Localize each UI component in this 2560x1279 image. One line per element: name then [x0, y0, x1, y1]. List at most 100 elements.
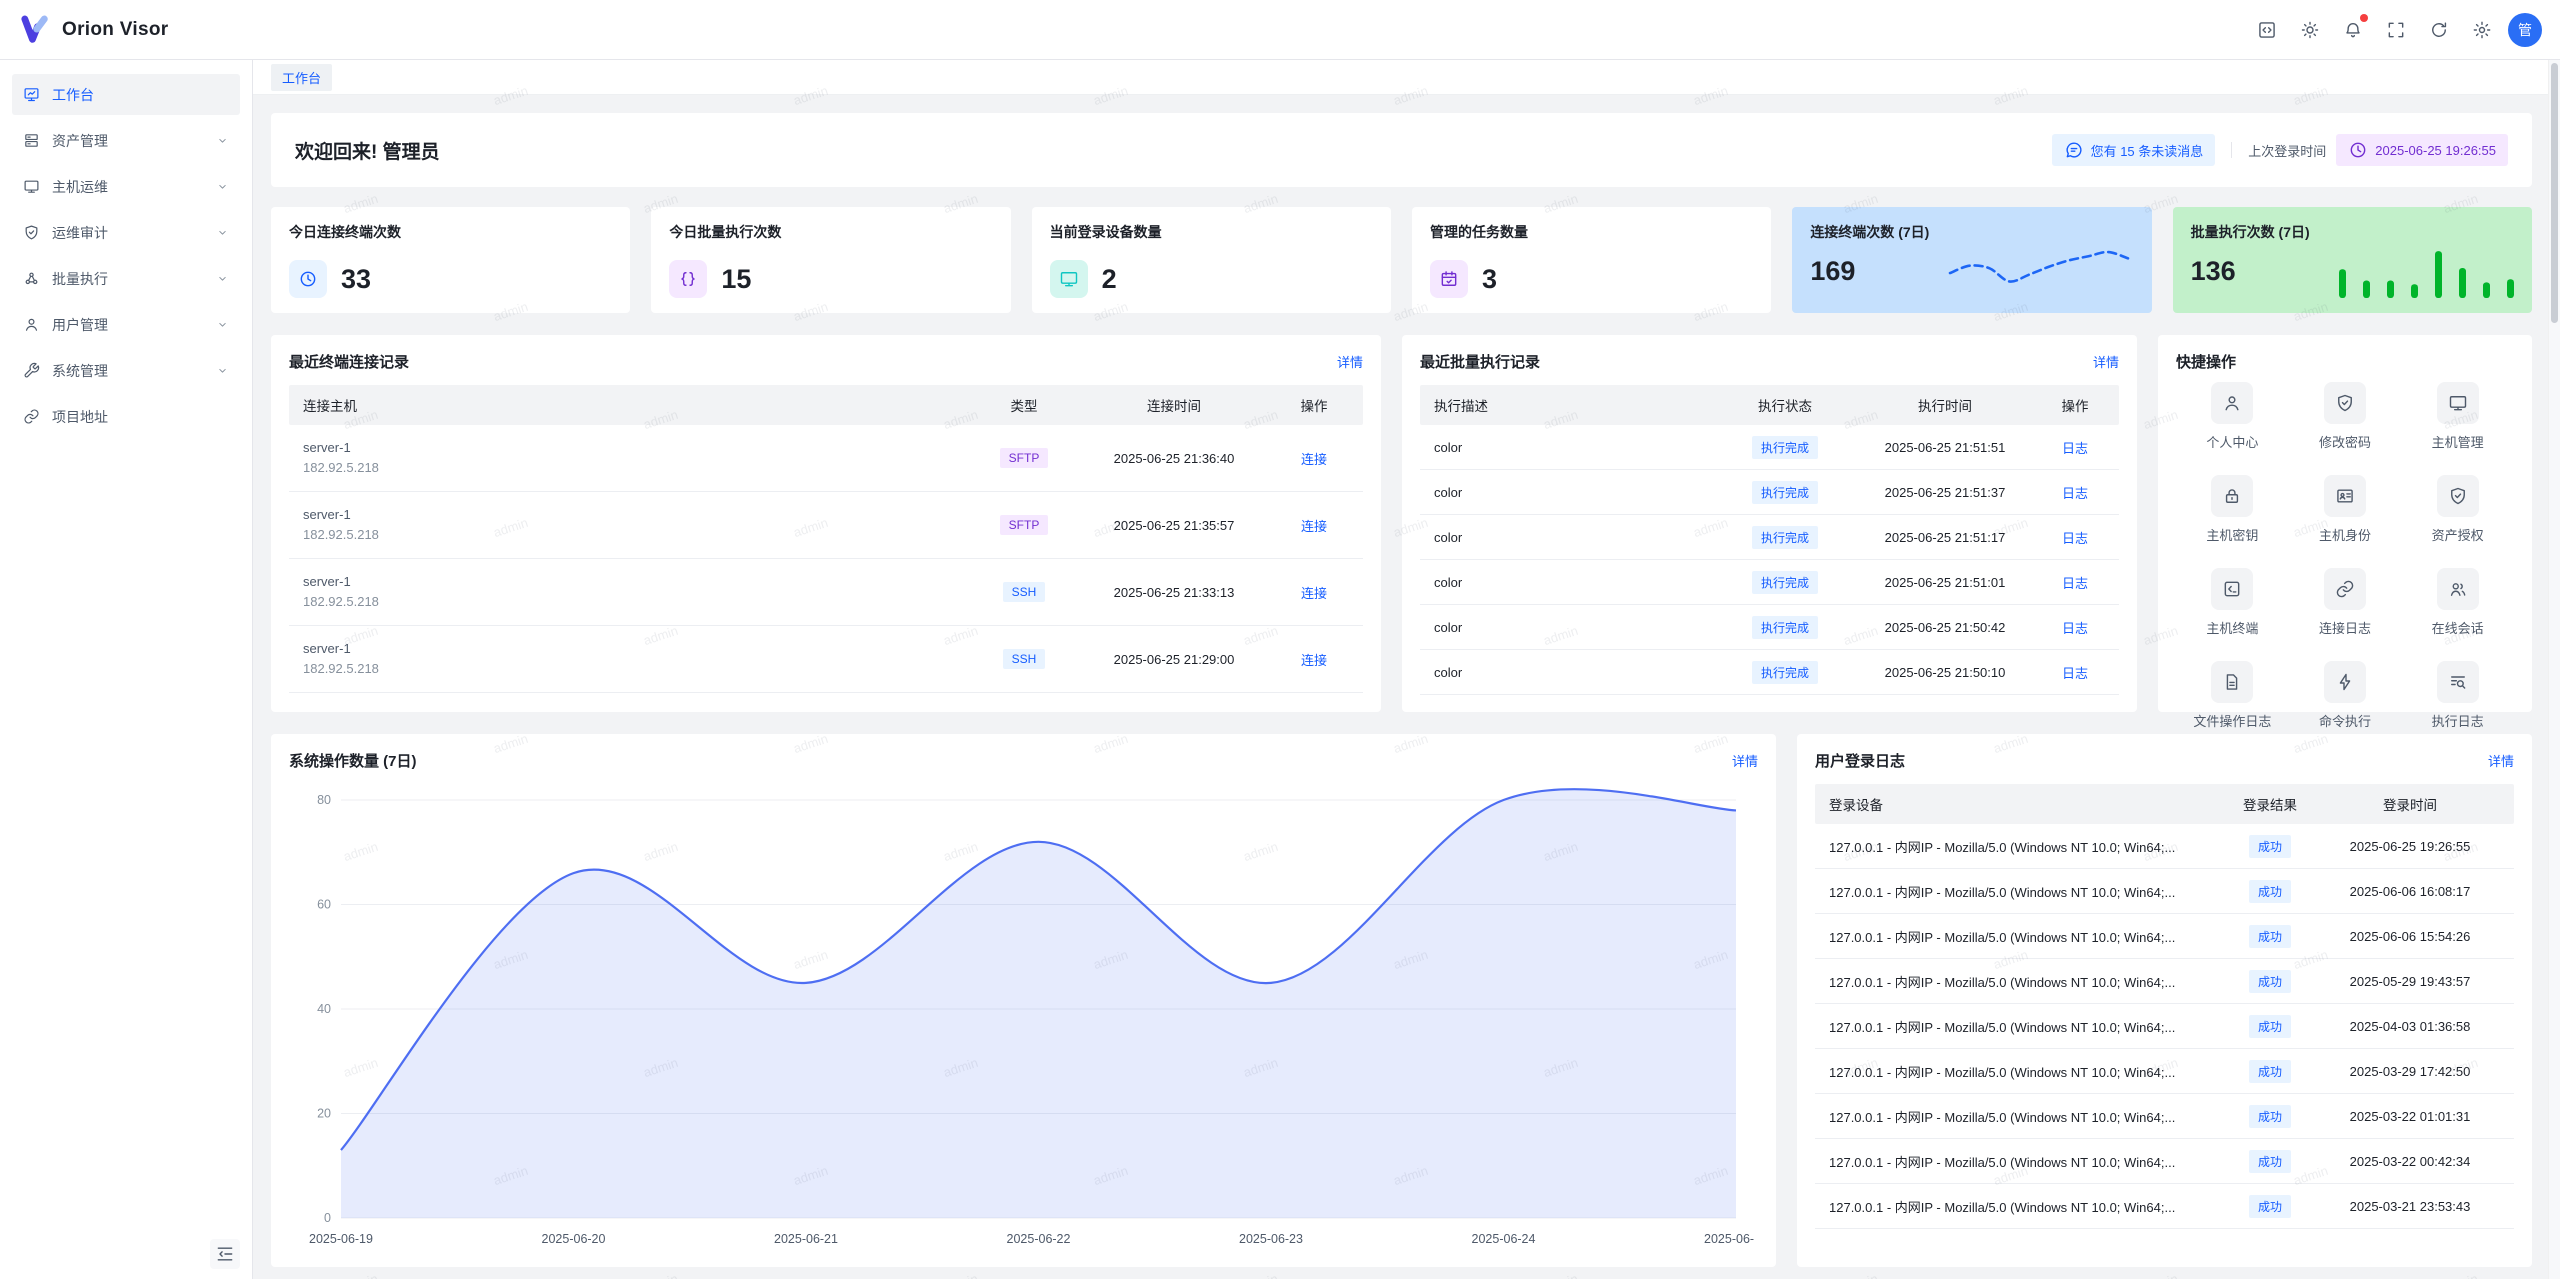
column-header: 操作 — [1279, 395, 1349, 415]
quick-action-item[interactable]: 在线会话 — [2401, 568, 2514, 637]
quick-action-label: 文件操作日志 — [2193, 711, 2271, 730]
log-link[interactable]: 日志 — [2062, 666, 2088, 681]
sidebar-item[interactable]: 用户管理 — [12, 304, 240, 345]
connection-row: server-1 182.92.5.218 SFTP 2025-06-25 21… — [289, 492, 1363, 559]
column-header: 登录设备 — [1829, 794, 2220, 814]
type-badge: SFTP — [1000, 515, 1049, 535]
quick-action-label: 执行日志 — [2432, 711, 2484, 730]
sidebar-menu: 工作台 资产管理 主机运维 运维审计 批 — [0, 60, 252, 437]
quick-action-item[interactable]: 资产授权 — [2401, 475, 2514, 544]
settings-gear-icon[interactable] — [2465, 13, 2499, 47]
user-avatar[interactable]: 管 — [2508, 13, 2542, 47]
connect-link[interactable]: 连接 — [1301, 653, 1327, 668]
log-link[interactable]: 日志 — [2062, 621, 2088, 636]
breadcrumb: 工作台 — [253, 60, 2548, 95]
stat-card-value: 136 — [2191, 256, 2236, 287]
log-link[interactable]: 日志 — [2062, 576, 2088, 591]
dashboard-content: 欢迎回来! 管理员 您有 15 条未读消息 上次登录时间 2025-06-25 … — [253, 95, 2548, 1279]
quick-action-item[interactable]: 执行日志 — [2401, 661, 2514, 730]
chevron-down-icon — [216, 134, 229, 147]
table-header: 连接主机 类型 连接时间 操作 — [289, 385, 1363, 425]
quick-action-item[interactable]: 主机密钥 — [2176, 475, 2289, 544]
quick-action-item[interactable]: 主机终端 — [2176, 568, 2289, 637]
theme-sun-icon[interactable] — [2293, 13, 2327, 47]
log-link[interactable]: 日志 — [2062, 486, 2088, 501]
sidebar-item[interactable]: 批量执行 — [12, 258, 240, 299]
quick-action-item[interactable]: 主机管理 — [2401, 382, 2514, 451]
column-header: 执行描述 — [1434, 395, 1725, 415]
quick-action-item[interactable]: 修改密码 — [2289, 382, 2402, 451]
quick-action-label: 资产授权 — [2432, 525, 2484, 544]
column-header: 操作 — [2045, 395, 2105, 415]
login-time: 2025-06-06 15:54:26 — [2320, 929, 2500, 944]
quick-action-item[interactable]: 命令执行 — [2289, 661, 2402, 730]
execution-desc: color — [1434, 440, 1725, 455]
link-icon — [2324, 568, 2366, 610]
code-square-icon[interactable] — [2250, 13, 2284, 47]
sidebar-item[interactable]: 项目地址 — [12, 396, 240, 437]
connect-time: 2025-06-25 21:36:40 — [1069, 451, 1279, 466]
quick-action-item[interactable]: 个人中心 — [2176, 382, 2289, 451]
login-log-row: 127.0.0.1 - 内网IP - Mozilla/5.0 (Windows … — [1815, 824, 2514, 869]
sidebar-item[interactable]: 运维审计 — [12, 212, 240, 253]
execution-desc: color — [1434, 665, 1725, 680]
login-time: 2025-03-22 01:01:31 — [2320, 1109, 2500, 1124]
type-badge: SFTP — [1000, 448, 1049, 468]
unread-messages-badge[interactable]: 您有 15 条未读消息 — [2052, 134, 2216, 166]
stat-card-value: 33 — [341, 264, 371, 295]
detail-link[interactable]: 详情 — [2093, 352, 2119, 371]
log-link[interactable]: 日志 — [2062, 531, 2088, 546]
stat-card-title: 连接终端次数 (7日) — [1810, 222, 2133, 242]
sidebar-item[interactable]: 工作台 — [12, 74, 240, 115]
quick-actions-panel: 快捷操作 个人中心 修改密码 — [2158, 335, 2532, 712]
app-logo: Orion Visor — [18, 13, 168, 47]
stat-card-terminal-today: 今日连接终端次数 33 — [271, 207, 630, 313]
connect-link[interactable]: 连接 — [1301, 586, 1327, 601]
file-icon — [2211, 661, 2253, 703]
svg-text:2025-06-19: 2025-06-19 — [309, 1232, 373, 1246]
sidebar-collapse-button[interactable] — [210, 1239, 240, 1269]
shield-check-icon — [2324, 382, 2366, 424]
quick-action-item[interactable]: 主机身份 — [2289, 475, 2402, 544]
column-header: 登录结果 — [2220, 794, 2320, 814]
login-log-row: 127.0.0.1 - 内网IP - Mozilla/5.0 (Windows … — [1815, 1184, 2514, 1229]
sidebar-item-label: 资产管理 — [52, 131, 108, 151]
login-device: 127.0.0.1 - 内网IP - Mozilla/5.0 (Windows … — [1829, 882, 2220, 901]
sidebar-item[interactable]: 系统管理 — [12, 350, 240, 391]
connect-link[interactable]: 连接 — [1301, 519, 1327, 534]
users-icon — [2437, 568, 2479, 610]
breadcrumb-item[interactable]: 工作台 — [271, 64, 332, 91]
column-header: 执行时间 — [1845, 395, 2045, 415]
quick-action-item[interactable]: 文件操作日志 — [2176, 661, 2289, 730]
panel-title: 最近批量执行记录 — [1420, 351, 1540, 372]
panel-title: 用户登录日志 — [1815, 750, 1905, 771]
stat-card-value: 169 — [1810, 256, 1855, 287]
fullscreen-icon[interactable] — [2379, 13, 2413, 47]
status-badge: 执行完成 — [1752, 571, 1818, 594]
notifications-bell-icon[interactable] — [2336, 13, 2370, 47]
execution-time: 2025-06-25 21:50:10 — [1845, 665, 2045, 680]
refresh-icon[interactable] — [2422, 13, 2456, 47]
batch-icon — [23, 270, 40, 287]
detail-link[interactable]: 详情 — [1337, 352, 1363, 371]
terminal-icon — [2211, 568, 2253, 610]
log-link[interactable]: 日志 — [2062, 441, 2088, 456]
detail-link[interactable]: 详情 — [2488, 751, 2514, 770]
chevron-down-icon — [216, 180, 229, 193]
recent-connections-panel: 最近终端连接记录 详情 连接主机 类型 连接时间 操作 server-1 — [271, 335, 1381, 712]
sidebar-item-label: 用户管理 — [52, 315, 108, 335]
quick-action-item[interactable]: 连接日志 — [2289, 568, 2402, 637]
column-header: 连接主机 — [303, 395, 979, 415]
scrollbar-thumb[interactable] — [2551, 63, 2558, 323]
sidebar: 工作台 资产管理 主机运维 运维审计 批 — [0, 60, 253, 1279]
notification-dot — [2360, 14, 2368, 22]
quick-action-label: 主机身份 — [2319, 525, 2371, 544]
connect-time: 2025-06-25 21:35:57 — [1069, 518, 1279, 533]
sidebar-item[interactable]: 主机运维 — [12, 166, 240, 207]
detail-link[interactable]: 详情 — [1732, 751, 1758, 770]
execution-desc: color — [1434, 620, 1725, 635]
connection-row: server-1 182.92.5.218 SFTP 2025-06-25 21… — [289, 425, 1363, 492]
execution-desc: color — [1434, 485, 1725, 500]
connect-link[interactable]: 连接 — [1301, 452, 1327, 467]
sidebar-item[interactable]: 资产管理 — [12, 120, 240, 161]
